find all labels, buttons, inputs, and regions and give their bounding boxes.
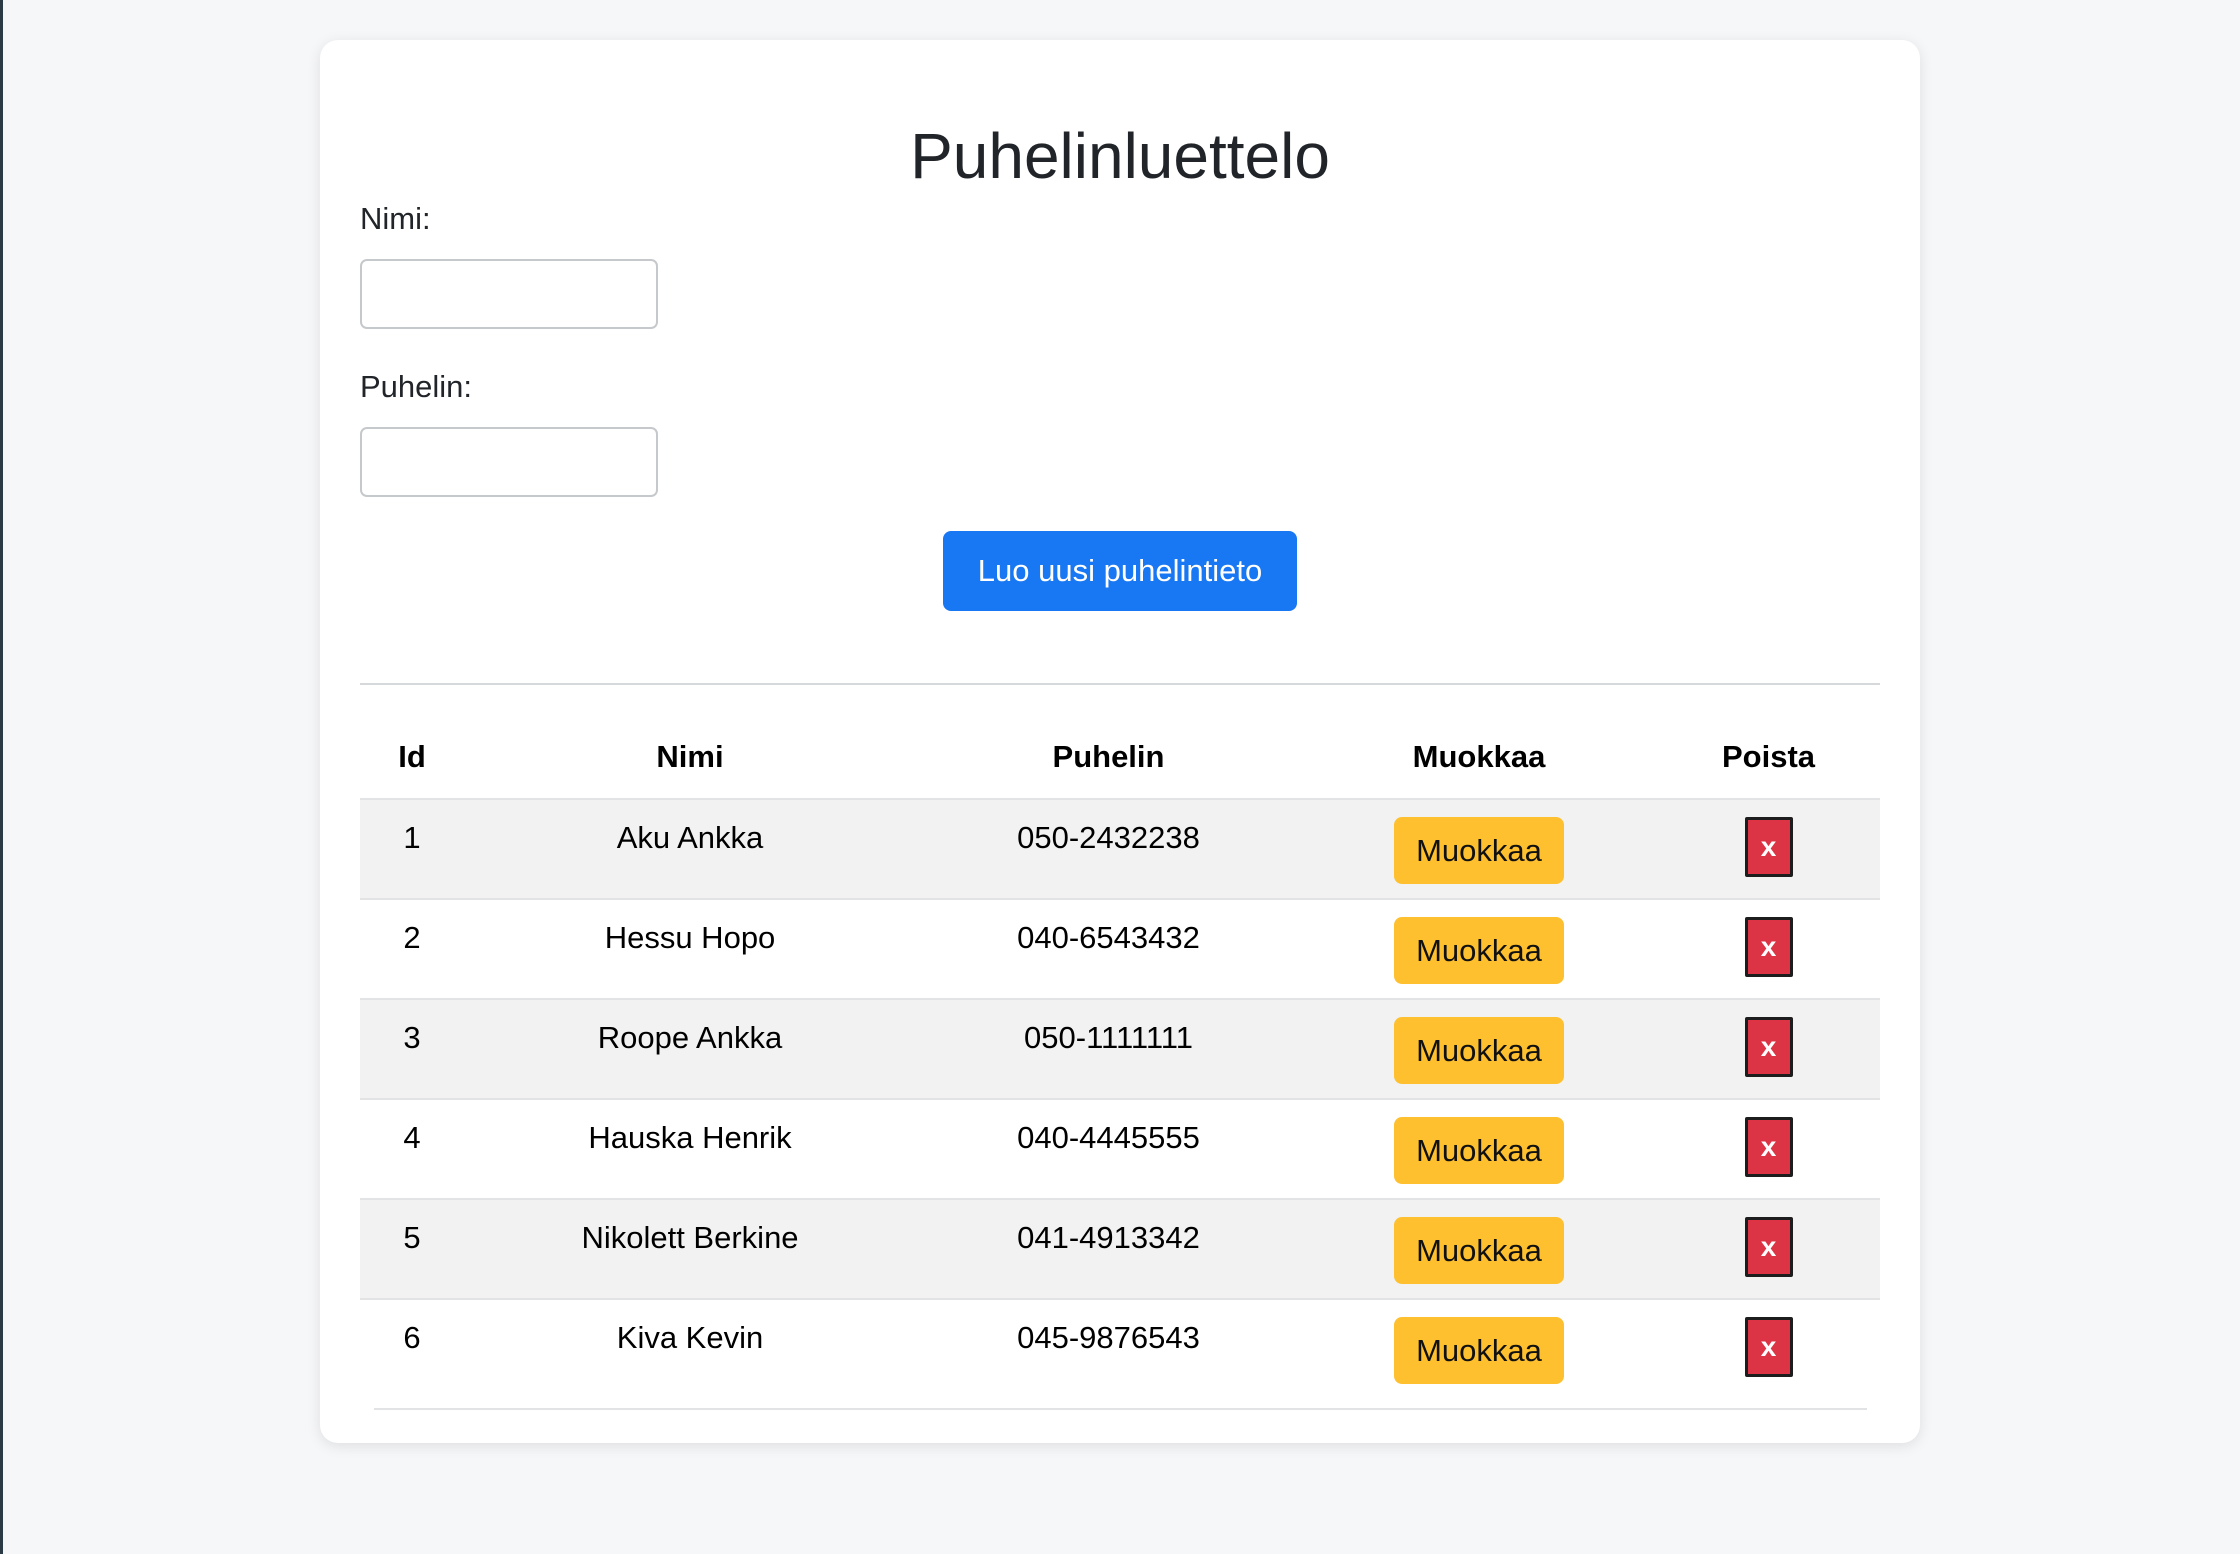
row-phone-cell: 041-4913342 [916,1199,1301,1300]
row-delete-cell: x [1657,899,1880,1000]
row-edit-cell: Muokkaa [1301,1299,1657,1399]
table-row: 2 Hessu Hopo 040-6543432 Muokkaa x [360,899,1880,1000]
table-row: 5 Nikolett Berkine 041-4913342 Muokkaa x [360,1199,1880,1300]
column-header-name: Nimi [464,716,916,800]
row-id-cell: 5 [360,1199,464,1300]
phonebook-table: Id Nimi Puhelin Muokkaa Poista 1 Aku Ank… [360,716,1880,1399]
row-name-cell: Kiva Kevin [616,1320,764,1355]
table-header-row: Id Nimi Puhelin Muokkaa Poista [360,716,1880,800]
edit-button[interactable]: Muokkaa [1394,817,1564,884]
row-edit-cell: Muokkaa [1301,899,1657,1000]
edit-button[interactable]: Muokkaa [1394,917,1564,984]
delete-button[interactable]: x [1744,917,1793,977]
row-edit-cell: Muokkaa [1301,1099,1657,1200]
row-id-cell: 2 [360,899,464,1000]
row-name-cell: Aku Ankka [464,799,916,900]
create-entry-button[interactable]: Luo uusi puhelintieto [943,531,1297,611]
edit-button[interactable]: Muokkaa [1394,1317,1564,1384]
delete-button[interactable]: x [1744,1017,1793,1077]
column-header-phone: Puhelin [916,716,1301,800]
row-phone-cell: 050-2432238 [916,799,1301,900]
row-name-cell: Roope Ankka [464,999,916,1100]
row-phone-cell: 045-9876543 [1017,1320,1200,1355]
phone-label: Puhelin: [360,369,473,404]
row-name-cell: Hessu Hopo [464,899,916,1000]
row-name-cell: Hauska Henrik [464,1099,916,1200]
row-edit-cell: Muokkaa [1301,999,1657,1100]
row-delete-cell: x [1657,1099,1880,1200]
name-label: Nimi: [360,201,431,236]
delete-button[interactable]: x [1744,1117,1793,1177]
column-header-id: Id [360,716,464,800]
row-phone-cell: 050-1111111 [916,999,1301,1100]
phone-input[interactable] [360,427,658,497]
row-name-cell: Nikolett Berkine [464,1199,916,1300]
table-row: 4 Hauska Henrik 040-4445555 Muokkaa x [360,1099,1880,1200]
phonebook-card: Puhelinluettelo Nimi: Puhelin: Luo uusi … [320,40,1920,1443]
delete-button[interactable]: x [1744,1217,1793,1277]
row-delete-cell: x [1657,999,1880,1100]
row-phone-cell: 040-6543432 [916,899,1301,1000]
row-edit-cell: Muokkaa [1301,799,1657,900]
column-header-delete: Poista [1657,716,1880,800]
row-id-cell: 4 [360,1099,464,1200]
row-delete-cell: x [1657,799,1880,900]
divider [360,683,1880,685]
edit-button[interactable]: Muokkaa [1394,1017,1564,1084]
window-edge [0,0,3,1554]
edit-button[interactable]: Muokkaa [1394,1117,1564,1184]
row-delete-cell: x [1657,1299,1880,1399]
table-row: 3 Roope Ankka 050-1111111 Muokkaa x [360,999,1880,1100]
page-title: Puhelinluettelo [910,120,1330,192]
delete-button[interactable]: x [1744,1317,1793,1377]
row-id-cell: 6 [403,1320,421,1355]
row-id-cell: 3 [360,999,464,1100]
table-bottom-border [374,1408,1867,1410]
row-delete-cell: x [1657,1199,1880,1300]
row-edit-cell: Muokkaa [1301,1199,1657,1300]
delete-button[interactable]: x [1744,817,1793,877]
table-row: 6 Kiva Kevin 045-9876543 Muokkaa x [360,1299,1880,1399]
name-input[interactable] [360,259,658,329]
edit-button[interactable]: Muokkaa [1394,1217,1564,1284]
row-phone-cell: 040-4445555 [916,1099,1301,1200]
column-header-edit: Muokkaa [1301,716,1657,800]
row-id-cell: 1 [360,799,464,900]
table-row: 1 Aku Ankka 050-2432238 Muokkaa x [360,799,1880,900]
